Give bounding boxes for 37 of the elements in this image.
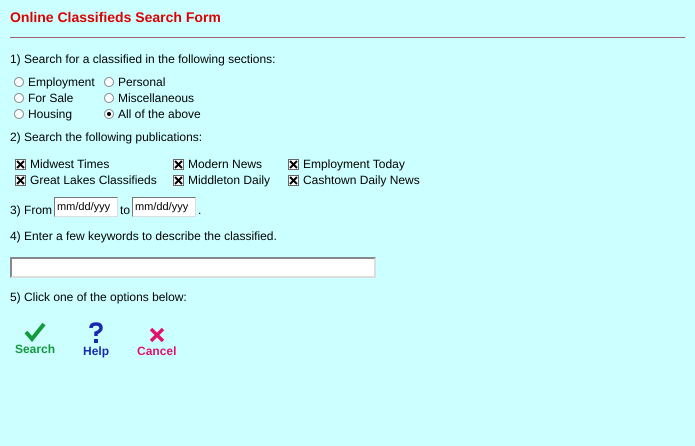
checkbox-option[interactable]: Middleton Daily [173, 172, 288, 188]
radio-button[interactable] [14, 93, 24, 103]
options-prompt: 5) Click one of the options below: [10, 290, 188, 304]
radio-option[interactable]: Employment [14, 74, 104, 90]
from-label: 3) From [10, 203, 52, 217]
checkbox-option[interactable]: Modern News [173, 156, 288, 172]
period-text: . [198, 203, 202, 217]
radio-button[interactable] [104, 93, 114, 103]
checkbox[interactable] [173, 174, 184, 186]
keywords-prompt: 4) Enter a few keywords to describe the classified. [10, 229, 278, 243]
checkbox[interactable] [288, 158, 299, 170]
checkbox[interactable] [288, 174, 299, 186]
radio-option[interactable]: All of the above [104, 106, 224, 122]
from-date-field[interactable]: mm/dd/yyy [54, 197, 118, 217]
publications-prompt: 2) Search the following publications: [10, 130, 204, 144]
to-date-field[interactable]: mm/dd/yyy [132, 197, 196, 217]
radio-button[interactable] [104, 109, 114, 119]
checkbox[interactable] [173, 158, 184, 170]
radio-button[interactable] [104, 77, 114, 87]
radio-option[interactable]: Housing [14, 106, 104, 122]
to-label: to [120, 203, 130, 217]
form-title: Online Classifieds Search Form [10, 9, 222, 25]
radio-option[interactable]: Miscellaneous [104, 90, 224, 106]
radio-option[interactable]: For Sale [14, 90, 104, 106]
keywords-field[interactable] [10, 257, 376, 278]
radio-button[interactable] [14, 77, 24, 87]
radio-option[interactable]: Personal [104, 74, 224, 90]
help-button[interactable]: Help [83, 322, 110, 358]
section-prompt: 1) Search for a classified in the following sections: [10, 52, 276, 66]
checkbox[interactable] [15, 174, 26, 186]
checkbox-option[interactable]: Cashtown Daily News [288, 172, 438, 188]
checkbox-option[interactable]: Great Lakes Classifieds [15, 172, 173, 188]
cancel-button[interactable]: Cancel [137, 326, 176, 358]
radio-button[interactable] [14, 109, 24, 119]
checkbox-option[interactable]: Midwest Times [15, 156, 173, 172]
checkbox[interactable] [15, 158, 26, 170]
checkbox-option[interactable]: Employment Today [288, 156, 438, 172]
